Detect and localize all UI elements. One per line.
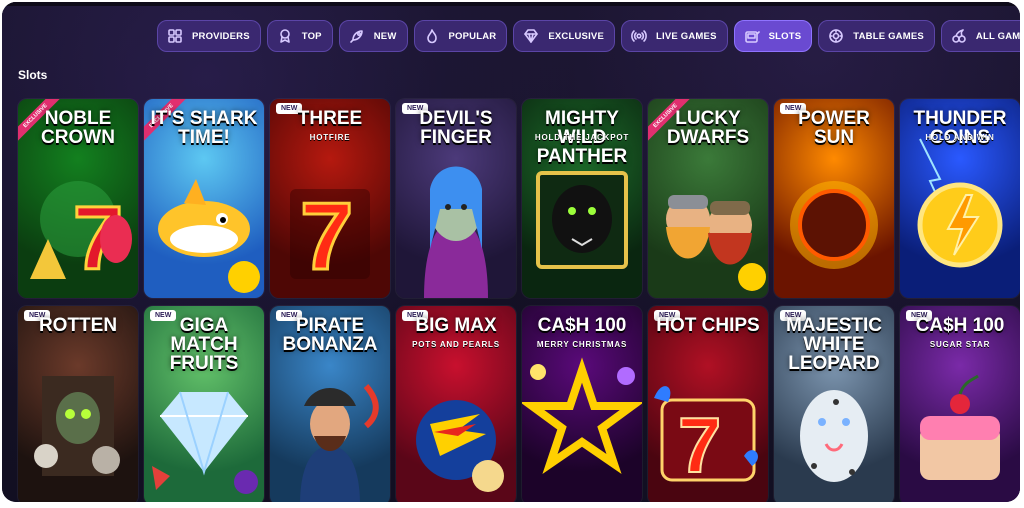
game-title: IT'S SHARK TIME! xyxy=(150,108,258,148)
game-card[interactable]: MIGHTY WILD PANTHER HOLD THE JACKPOT xyxy=(522,99,642,298)
nav-popular[interactable]: POPULAR xyxy=(413,20,508,52)
nav-providers[interactable]: PROVIDERS xyxy=(157,20,261,52)
game-card[interactable]: CA$H 100 MERRY CHRISTMAS xyxy=(522,306,642,502)
nav-table-games[interactable]: TABLE GAMES xyxy=(818,20,935,52)
nav-all-games[interactable]: ALL GAMES xyxy=(940,20,1020,52)
game-title: MAJESTIC WHITE LEOPARD xyxy=(785,315,883,374)
diamond-icon xyxy=(522,27,540,45)
game-title: THREE xyxy=(297,108,363,129)
game-card[interactable]: 7 NEW THREE HOTFIRE xyxy=(270,99,390,298)
game-subtitle: HOTFIRE xyxy=(309,133,351,142)
slot-machine-icon xyxy=(743,27,761,45)
svg-text:7: 7 xyxy=(300,183,353,290)
game-card[interactable]: 7 EXCLUSIVE NOBLE CROWN xyxy=(18,99,138,298)
nav-label: TOP xyxy=(301,30,322,42)
game-card[interactable]: EXCLUSIVE IT'S SHARK TIME! xyxy=(144,99,264,298)
top-bar xyxy=(2,2,1020,6)
rocket-icon xyxy=(348,27,366,45)
grid-icon xyxy=(166,27,184,45)
poker-chip-icon xyxy=(827,27,845,45)
nav-live-games[interactable]: LIVE GAMES xyxy=(621,20,728,52)
section-title: Slots xyxy=(18,68,48,82)
game-title: HOT CHIPS xyxy=(656,315,760,336)
game-card[interactable]: NEW POWER SUN xyxy=(774,99,894,298)
game-card[interactable]: NEW BIG MAX POTS AND PEARLS xyxy=(396,306,516,502)
nav-label: PROVIDERS xyxy=(192,30,250,42)
nav-label: ALL GAMES xyxy=(975,30,1020,42)
medal-icon xyxy=(276,27,294,45)
game-title: LUCKY DWARFS xyxy=(666,108,750,148)
game-title: BIG MAX xyxy=(415,315,497,336)
category-nav: PROVIDERS TOP NEW POPULAR EXCLUSIVE LIVE… xyxy=(157,20,1020,52)
game-title: GIGA MATCH FRUITS xyxy=(169,315,239,374)
nav-label: EXCLUSIVE xyxy=(548,30,605,42)
game-title: POWER SUN xyxy=(798,108,870,148)
game-subtitle: HOLD THE JACKPOT xyxy=(534,133,630,142)
flame-icon xyxy=(423,27,441,45)
nav-label: NEW xyxy=(373,30,397,42)
svg-text:7: 7 xyxy=(678,401,721,489)
game-title: PIRATE BONANZA xyxy=(282,315,378,355)
nav-label: TABLE GAMES xyxy=(853,30,924,42)
game-card[interactable]: NEW DEVIL'S FINGER xyxy=(396,99,516,298)
cherries-icon xyxy=(950,27,968,45)
game-title: CA$H 100 xyxy=(537,315,627,336)
nav-top[interactable]: TOP xyxy=(266,20,333,52)
game-card[interactable]: NEW ROTTEN xyxy=(18,306,138,502)
nav-label: SLOTS xyxy=(768,30,802,42)
nav-new[interactable]: NEW xyxy=(338,20,408,52)
game-subtitle: HOLD AND WIN xyxy=(925,133,995,142)
game-subtitle: MERRY CHRISTMAS xyxy=(536,340,628,349)
app-frame: PROVIDERS TOP NEW POPULAR EXCLUSIVE LIVE… xyxy=(2,2,1020,502)
game-card[interactable]: EXCLUSIVE LUCKY DWARFS xyxy=(648,99,768,298)
game-card[interactable]: NEW CA$H 100 SUGAR STAR xyxy=(900,306,1020,502)
game-title: CA$H 100 xyxy=(915,315,1005,336)
game-title: ROTTEN xyxy=(38,315,118,336)
broadcast-icon xyxy=(630,27,648,45)
nav-label: LIVE GAMES xyxy=(656,30,717,42)
game-title: DEVIL'S FINGER xyxy=(419,108,493,148)
game-subtitle: SUGAR STAR xyxy=(929,340,991,349)
game-subtitle: POTS AND PEARLS xyxy=(412,340,500,349)
game-card[interactable]: THUNDER COINS HOLD AND WIN xyxy=(900,99,1020,298)
game-card[interactable]: NEW GIGA MATCH FRUITS xyxy=(144,306,264,502)
nav-label: POPULAR xyxy=(448,30,497,42)
game-card[interactable]: 7 NEW HOT CHIPS xyxy=(648,306,768,502)
game-title: NOBLE CROWN xyxy=(41,108,115,148)
nav-exclusive[interactable]: EXCLUSIVE xyxy=(513,20,616,52)
nav-slots[interactable]: SLOTS xyxy=(733,20,813,52)
game-grid: 7 EXCLUSIVE NOBLE CROWN EXCLUSIVE IT'S SHARK… xyxy=(18,99,1020,502)
game-card[interactable]: NEW PIRATE BONANZA xyxy=(270,306,390,502)
game-card[interactable]: NEW MAJESTIC WHITE LEOPARD xyxy=(774,306,894,502)
